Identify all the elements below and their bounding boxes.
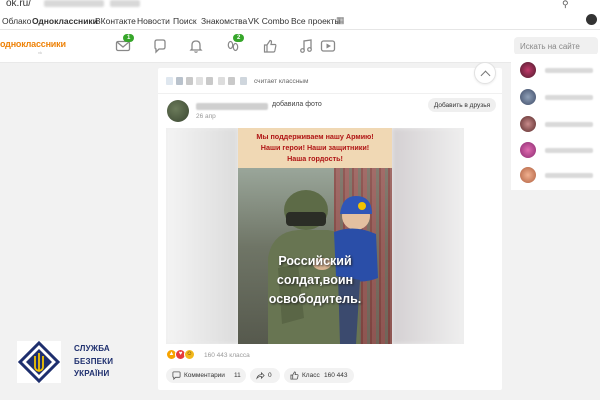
bookmark-oblako[interactable]: Облако (2, 16, 31, 26)
notifications-nav[interactable] (186, 36, 206, 56)
poster-header-line-3: Наша гордость! (287, 154, 343, 163)
bookmark-vk-combo[interactable]: VK Combo (248, 16, 289, 26)
comment-icon (172, 371, 181, 380)
extension-icon[interactable] (586, 14, 597, 25)
share-button[interactable]: 0 (250, 368, 280, 383)
site-header: одноклассники vk 1 2 (0, 30, 600, 63)
bookmark-all-projects[interactable]: Все проекты (291, 16, 341, 26)
sbu-line-2: БЕЗПЕКИ (74, 356, 114, 366)
friend-name-redacted[interactable] (545, 95, 593, 100)
poster-header-line-2: Наши герои! Наши защитники! (260, 143, 370, 152)
site-search-input[interactable] (514, 37, 598, 55)
likes-nav[interactable] (260, 36, 280, 56)
url-redacted-2 (110, 0, 140, 7)
klass-count: 160 443 (324, 372, 348, 379)
liked-by-text: считает классным (254, 78, 309, 85)
url-text[interactable]: ok.ru/ (6, 0, 31, 9)
address-bar[interactable]: ok.ru/ ⚲ (0, 0, 600, 10)
friend-avatar[interactable] (520, 89, 536, 105)
klass-label: Класс (302, 372, 320, 379)
ok-logo[interactable]: одноклассники (0, 39, 66, 49)
friend-name-redacted[interactable] (545, 173, 593, 178)
friend-avatar[interactable] (520, 142, 536, 158)
author-action-text: добавила фото (272, 101, 322, 108)
poster-caption-line-1: Российский (278, 254, 352, 268)
sbu-line-3: УКРАЇНИ (74, 369, 110, 378)
music-nav[interactable] (296, 36, 316, 56)
post-liked-by-row: считает классным (158, 68, 502, 94)
sbu-watermark: СЛУЖБА БЕЗПЕКИ УКРАЇНИ (14, 340, 124, 384)
author-name-redacted[interactable] (196, 103, 268, 110)
comments-button[interactable]: Комментарии 11 (166, 368, 246, 383)
sbu-text: СЛУЖБА БЕЗПЕКИ УКРАЇНИ (74, 343, 113, 381)
sbu-emblem-icon (17, 340, 61, 384)
klass-button[interactable]: Класс 160 443 (284, 368, 354, 383)
share-arrow-icon (256, 371, 265, 380)
friend-name-redacted[interactable] (545, 122, 593, 127)
bookmarks-bar: Облако Одноклассники ВКонтакте Новости П… (0, 10, 600, 30)
poster-caption: Российский солдат,воин освободитель. (238, 252, 392, 309)
video-nav[interactable] (318, 36, 338, 56)
scroll-up-button[interactable] (474, 62, 496, 84)
bookmark-odnoklassniki[interactable]: Одноклассники (32, 16, 98, 26)
poster-caption-line-3: освободитель. (268, 292, 362, 306)
friend-name-redacted[interactable] (545, 68, 593, 73)
klass-thumb-icon (290, 371, 299, 380)
post-date[interactable]: 26 апр (196, 113, 216, 120)
poster-caption-line-2: солдат,воин (276, 273, 354, 287)
video-play-icon (320, 40, 336, 52)
poster-header-line-1: Мы поддерживаем нашу Армию! (256, 132, 374, 141)
reactions-count[interactable]: 160 443 класса (204, 352, 250, 359)
friend-name-redacted[interactable] (545, 148, 593, 153)
comments-count: 11 (234, 372, 241, 379)
redacted-friends (166, 77, 252, 85)
laugh-reaction-icon: ☺ (184, 349, 195, 360)
friend-avatar[interactable] (520, 116, 536, 132)
music-note-icon (300, 39, 312, 53)
search-icon[interactable]: ⚲ (562, 0, 569, 10)
thumbs-up-icon (263, 39, 277, 53)
bookmark-vkontakte[interactable]: ВКонтакте (95, 16, 136, 26)
url-redacted (44, 0, 104, 7)
feed-post-card: считает классным добавила фото 26 апр До… (158, 62, 502, 390)
guests-nav[interactable]: 2 (223, 34, 245, 56)
apps-grid-icon[interactable]: ▦ (336, 15, 345, 26)
friend-avatar[interactable] (520, 62, 536, 78)
photo-blur-right (392, 128, 464, 344)
friend-avatar[interactable] (520, 167, 536, 183)
discussions-nav[interactable] (150, 36, 170, 56)
shares-count: 0 (268, 372, 272, 379)
guests-badge: 2 (233, 34, 245, 42)
chat-bubble-icon (154, 39, 166, 54)
post-photo[interactable]: Мы поддерживаем нашу Армию! Наши герои! … (166, 128, 464, 344)
logo-subtitle: vk (38, 50, 42, 55)
poster-header: Мы поддерживаем нашу Армию! Наши герои! … (238, 128, 392, 168)
bookmark-poisk[interactable]: Поиск (173, 16, 197, 26)
propaganda-poster: Мы поддерживаем нашу Армию! Наши герои! … (238, 128, 392, 344)
sbu-line-1: СЛУЖБА (74, 344, 110, 353)
comments-label: Комментарии (184, 372, 225, 379)
bell-icon (189, 40, 203, 53)
photo-blur-left (166, 128, 238, 344)
add-friend-button[interactable]: Добавить в друзья (428, 98, 496, 112)
messages-badge: 1 (123, 34, 135, 42)
messages-nav[interactable]: 1 (113, 34, 135, 56)
bookmark-novosti[interactable]: Новости (137, 16, 170, 26)
bookmark-znakomstva[interactable]: Знакомства (201, 16, 247, 26)
author-avatar[interactable] (167, 100, 189, 122)
online-friends-list (511, 54, 600, 190)
